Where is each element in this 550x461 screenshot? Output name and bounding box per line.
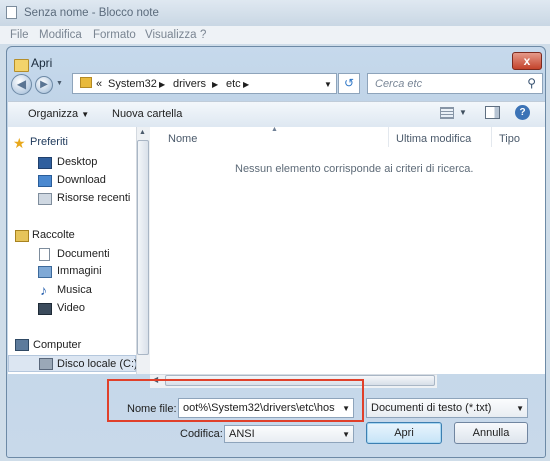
nav-item-download[interactable]: Download: [57, 174, 106, 186]
nav-item-local-disk[interactable]: Disco locale (C:): [57, 358, 138, 370]
pictures-icon: [38, 266, 52, 278]
menu-formato[interactable]: Formato: [93, 29, 136, 41]
chevron-right-icon[interactable]: ▶: [159, 80, 165, 89]
encoding-label: Codifica:: [180, 428, 223, 440]
drive-icon: [39, 358, 53, 370]
open-button[interactable]: Apri: [366, 422, 442, 444]
sort-arrow-icon: ▲: [271, 126, 278, 133]
nav-item-computer[interactable]: Computer: [33, 339, 81, 351]
star-icon: ★: [13, 135, 26, 151]
file-type-value: Documenti di testo (*.txt): [371, 402, 492, 414]
nav-item-recent[interactable]: Risorse recenti: [57, 192, 130, 204]
refresh-icon[interactable]: ↺: [338, 73, 360, 94]
nav-scrollbar-thumb[interactable]: [137, 140, 149, 355]
notepad-icon: [6, 6, 17, 19]
computer-icon: [15, 339, 29, 351]
preview-pane-icon[interactable]: [485, 106, 500, 119]
forward-button[interactable]: ▶: [35, 76, 53, 94]
video-icon: [38, 303, 52, 315]
notepad-title: Senza nome - Blocco note: [24, 7, 159, 19]
column-header-type[interactable]: Tipo: [499, 133, 520, 145]
nav-item-video[interactable]: Video: [57, 302, 85, 314]
file-type-select[interactable]: Documenti di testo (*.txt) ▼: [366, 398, 528, 418]
nav-item-music[interactable]: Musica: [57, 284, 92, 296]
encoding-value: ANSI: [229, 428, 255, 440]
search-icon[interactable]: ⚲: [527, 76, 536, 90]
nav-item-documents[interactable]: Documenti: [57, 248, 110, 260]
nav-item-pictures[interactable]: Immagini: [57, 265, 102, 277]
menu-help[interactable]: ?: [200, 29, 206, 41]
menu-visualizza[interactable]: Visualizza: [145, 29, 197, 41]
chevron-down-icon[interactable]: ▼: [459, 108, 467, 117]
organize-button[interactable]: Organizza ▼: [28, 108, 89, 120]
address-segment-etc[interactable]: etc: [226, 78, 241, 90]
nav-item-libraries[interactable]: Raccolte: [32, 229, 75, 241]
notepad-menubar: File Modifica Formato Visualizza ?: [0, 26, 550, 44]
close-button[interactable]: x: [512, 52, 542, 70]
search-input[interactable]: Cerca etc ⚲: [367, 73, 543, 94]
music-icon: ♪: [40, 282, 47, 298]
address-segment-system32[interactable]: System32: [108, 78, 157, 90]
column-header-modified[interactable]: Ultima modifica: [396, 133, 471, 145]
folder-icon: [14, 59, 29, 72]
chevron-down-icon: ▼: [342, 430, 350, 439]
download-icon: [38, 175, 52, 187]
nav-item-desktop[interactable]: Desktop: [57, 156, 97, 168]
empty-message: Nessun elemento corrisponde ai criteri d…: [235, 163, 474, 175]
column-header-name[interactable]: Nome: [168, 133, 197, 145]
back-button[interactable]: ◀: [11, 74, 32, 95]
help-icon[interactable]: ?: [515, 105, 530, 120]
address-bar[interactable]: « System32 ▶ drivers ▶ etc ▶ ▼: [72, 73, 337, 94]
chevron-right-icon[interactable]: ▶: [243, 80, 249, 89]
history-dropdown-icon[interactable]: ▼: [56, 80, 63, 87]
chevron-right-icon[interactable]: ▶: [212, 80, 218, 89]
chevron-down-icon: ▼: [81, 110, 90, 119]
view-options-icon[interactable]: [440, 107, 454, 119]
column-divider[interactable]: [491, 127, 492, 147]
libraries-icon: [15, 230, 29, 242]
scroll-up-icon[interactable]: ▲: [139, 129, 146, 136]
annotation-highlight-box: [107, 379, 364, 422]
desktop-icon: [38, 157, 52, 169]
address-dropdown-icon[interactable]: ▼: [324, 80, 332, 89]
address-segment-drivers[interactable]: drivers: [173, 78, 206, 90]
nav-item-favorites[interactable]: Preferiti: [30, 136, 68, 148]
menu-file[interactable]: File: [10, 29, 29, 41]
dialog-title: Apri: [31, 56, 53, 70]
new-folder-button[interactable]: Nuova cartella: [112, 108, 182, 120]
chevron-down-icon: ▼: [516, 404, 524, 413]
menu-modifica[interactable]: Modifica: [39, 29, 82, 41]
documents-icon: [39, 248, 50, 261]
notepad-titlebar: Senza nome - Blocco note: [0, 0, 550, 27]
search-placeholder: Cerca etc: [375, 78, 423, 90]
address-prefix[interactable]: «: [96, 78, 102, 90]
organize-label: Organizza: [28, 108, 79, 120]
cancel-button[interactable]: Annulla: [454, 422, 528, 444]
recent-places-icon: [38, 193, 52, 205]
encoding-select[interactable]: ANSI ▼: [224, 425, 354, 443]
column-divider[interactable]: [388, 127, 389, 147]
folder-icon: [80, 77, 92, 88]
